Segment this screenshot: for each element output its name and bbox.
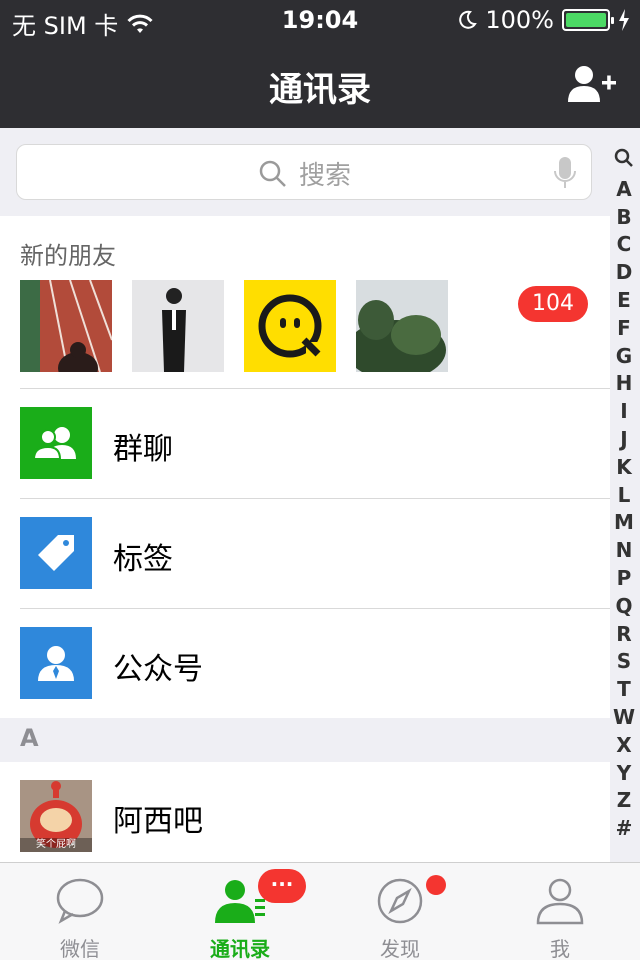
- tab-chats[interactable]: 微信: [0, 863, 160, 960]
- group-chat-icon: [20, 407, 92, 479]
- index-letter[interactable]: W: [613, 704, 635, 732]
- new-friend-avatar-person: [132, 280, 224, 372]
- tab-bar: 微信 ··· 通讯录 发现 我: [0, 862, 640, 960]
- battery-icon: [562, 9, 614, 31]
- microphone-icon[interactable]: [553, 156, 577, 190]
- index-letter[interactable]: M: [614, 509, 634, 537]
- index-letter[interactable]: H: [616, 370, 633, 398]
- index-letter[interactable]: Z: [617, 787, 632, 815]
- index-letter[interactable]: B: [616, 204, 631, 232]
- index-letter[interactable]: I: [620, 398, 627, 426]
- index-letter[interactable]: R: [616, 621, 631, 649]
- index-letter[interactable]: X: [616, 732, 631, 760]
- tab-me[interactable]: 我: [480, 863, 640, 960]
- chat-icon: [56, 878, 104, 924]
- search-area: 搜索: [0, 128, 610, 216]
- new-friend-avatar-yellow-logo: [244, 280, 336, 372]
- discover-unread-dot: [426, 875, 446, 895]
- index-letter[interactable]: F: [617, 315, 631, 343]
- search-placeholder: 搜索: [298, 161, 351, 191]
- official-accounts-label: 公众号: [113, 652, 203, 687]
- nav-bar: 通讯录: [0, 40, 640, 128]
- contact-row[interactable]: 笑个屁啊 阿西吧: [0, 762, 610, 862]
- index-letter[interactable]: D: [616, 259, 633, 287]
- page-title: 通讯录: [269, 70, 371, 110]
- tag-icon: [20, 517, 92, 589]
- index-letter[interactable]: Q: [615, 593, 632, 621]
- divider: [20, 388, 610, 389]
- new-friend-avatar-track: [20, 280, 112, 372]
- add-contact-icon[interactable]: [568, 64, 618, 104]
- index-letter[interactable]: T: [617, 676, 631, 704]
- index-letter[interactable]: P: [617, 565, 632, 593]
- divider: [20, 608, 610, 609]
- status-bar: 无 SIM 卡 19:04 100%: [0, 0, 640, 40]
- tab-label: 我: [550, 937, 570, 960]
- index-letter[interactable]: N: [616, 537, 633, 565]
- index-letter[interactable]: Y: [617, 760, 631, 788]
- profile-icon: [536, 878, 584, 925]
- index-letter[interactable]: K: [616, 454, 632, 482]
- index-letter[interactable]: A: [616, 176, 631, 204]
- compass-icon: [377, 878, 423, 924]
- index-letter[interactable]: J: [620, 426, 627, 454]
- index-letter[interactable]: C: [617, 231, 632, 259]
- tab-discover[interactable]: 发现: [320, 863, 480, 960]
- index-letter[interactable]: #: [616, 815, 633, 843]
- alphabet-index[interactable]: A B C D E F G H I J K L M N P Q R S T W X Y Z #: [612, 148, 636, 843]
- index-search-icon[interactable]: [614, 148, 634, 176]
- search-input[interactable]: 搜索: [16, 144, 592, 200]
- new-friend-avatar-landscape: [356, 280, 448, 372]
- index-letter[interactable]: E: [617, 287, 631, 315]
- section-letter: A: [20, 724, 39, 752]
- avatar: 笑个屁啊: [20, 780, 92, 852]
- group-chat-label: 群聊: [113, 432, 173, 467]
- index-letter[interactable]: S: [617, 648, 631, 676]
- contact-name: 阿西吧: [113, 804, 203, 839]
- new-friends-count-badge: 104: [518, 286, 588, 322]
- tab-label: 微信: [60, 937, 100, 960]
- charging-icon: [619, 9, 629, 31]
- official-accounts-row[interactable]: 公众号: [0, 608, 610, 718]
- tags-label: 标签: [113, 542, 173, 577]
- battery-percent: 100%: [485, 6, 554, 34]
- search-icon: [259, 160, 286, 187]
- tags-row[interactable]: 标签: [0, 498, 610, 608]
- tab-contacts[interactable]: ··· 通讯录: [160, 863, 320, 960]
- index-letter[interactable]: G: [616, 343, 632, 371]
- moon-icon: [459, 10, 478, 29]
- group-chat-row[interactable]: 群聊: [0, 388, 610, 498]
- official-account-icon: [20, 627, 92, 699]
- tab-label: 通讯录: [210, 937, 270, 960]
- new-friends-label: 新的朋友: [20, 242, 116, 270]
- avatar-caption: 笑个屁啊: [36, 839, 76, 850]
- tab-label: 发现: [380, 937, 420, 960]
- index-letter[interactable]: L: [618, 482, 631, 510]
- section-header-a: A: [0, 718, 610, 762]
- divider: [20, 498, 610, 499]
- new-friends-card[interactable]: 新的朋友 104: [0, 216, 610, 388]
- contacts-notification-bubble: ···: [258, 869, 306, 903]
